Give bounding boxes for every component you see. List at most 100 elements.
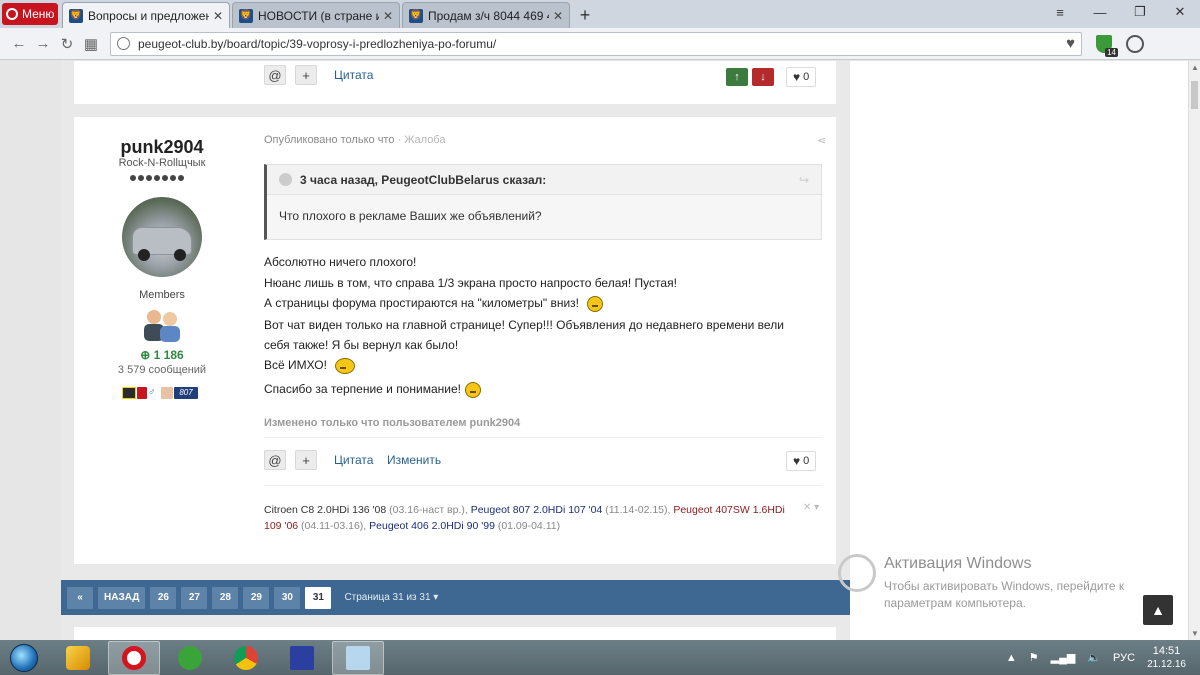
close-signature-icon[interactable]: ✕ ▾ bbox=[803, 502, 819, 513]
close-tab-icon[interactable]: ✕ bbox=[213, 9, 223, 23]
post-line: Абсолютно ничего плохого! bbox=[264, 255, 417, 269]
forward-icon[interactable]: → bbox=[32, 33, 54, 55]
post-line: Нюанс лишь в том, что справа 1/3 экрана … bbox=[264, 276, 677, 290]
heart-icon: ♥ bbox=[793, 70, 801, 84]
page-30[interactable]: 30 bbox=[274, 586, 301, 609]
page-28[interactable]: 28 bbox=[212, 586, 239, 609]
avatar[interactable] bbox=[122, 197, 202, 277]
start-button[interactable] bbox=[6, 642, 42, 674]
taskbar-app-save[interactable] bbox=[276, 641, 328, 675]
tab-title: Продам з/ч 8044 469 46 bbox=[428, 8, 549, 23]
posted-time: Опубликовано только что bbox=[264, 134, 395, 146]
taskbar-app-opera[interactable] bbox=[108, 640, 160, 675]
report-link[interactable]: Жалоба bbox=[404, 134, 445, 146]
taskbar-app-lightning[interactable] bbox=[52, 641, 104, 675]
clock-time: 14:51 bbox=[1152, 644, 1181, 657]
tray-flag-icon[interactable]: ⚑ bbox=[1029, 651, 1039, 664]
post-line: Всё ИМХО! bbox=[264, 358, 355, 374]
mention-button[interactable]: @ bbox=[264, 450, 286, 470]
vpn-extension-button[interactable] bbox=[1124, 33, 1146, 55]
floppy-disk-icon bbox=[290, 645, 314, 670]
circle-icon bbox=[1126, 34, 1144, 53]
edited-note: Изменено только что пользователем punk29… bbox=[264, 417, 521, 429]
url-text: peugeot-club.by/board/topic/39-voprosy-i… bbox=[138, 36, 497, 51]
page-viewport: @ + Цитата ↑ ↓ ♥ 0 punk2904 Rock-N-Rollщ… bbox=[0, 61, 1188, 640]
adblock-extension-button[interactable]: 14 bbox=[1092, 33, 1118, 57]
page-27[interactable]: 27 bbox=[181, 586, 208, 609]
right-empty-panel bbox=[850, 61, 1188, 640]
bookmark-heart-icon[interactable]: ♥ bbox=[1066, 35, 1075, 52]
page-31-current[interactable]: 31 bbox=[305, 586, 332, 609]
explorer-icon bbox=[346, 645, 370, 670]
tray-arrow-icon[interactable]: ▲ bbox=[1006, 652, 1017, 664]
peugeot-favicon-icon: 🦁 bbox=[409, 8, 423, 23]
clock[interactable]: 14:51 21.12.16 bbox=[1147, 645, 1186, 671]
back-icon[interactable]: ← bbox=[8, 33, 30, 55]
page-info-dropdown[interactable]: Страница 31 из 31 ▾ bbox=[344, 592, 438, 603]
peugeot-favicon-icon: 🦁 bbox=[239, 8, 253, 23]
maximize-icon[interactable]: ❐ bbox=[1120, 0, 1160, 24]
prev-page-button[interactable]: НАЗАД bbox=[98, 586, 146, 609]
first-page-button[interactable]: « bbox=[67, 586, 93, 609]
edit-link[interactable]: Изменить bbox=[387, 453, 441, 467]
activation-title: Активация Windows bbox=[884, 555, 1032, 572]
rank-pips bbox=[130, 175, 186, 181]
like-button[interactable]: ♥ 0 bbox=[786, 67, 817, 87]
go-to-quote-icon[interactable]: ↪ bbox=[799, 173, 809, 187]
menu-label: Меню bbox=[22, 7, 55, 21]
url-field[interactable]: peugeot-club.by/board/topic/39-voprosy-i… bbox=[110, 31, 1082, 56]
author-name[interactable]: punk2904 bbox=[74, 137, 250, 158]
tab-news[interactable]: 🦁 НОВОСТИ (в стране и ми ✕ bbox=[232, 2, 400, 28]
post-meta: Опубликовано только что · Жалоба bbox=[264, 134, 446, 146]
share-icon[interactable]: ⋖ bbox=[817, 134, 826, 147]
previous-post-card bbox=[74, 61, 836, 104]
scroll-to-top-button[interactable]: ▲ bbox=[1143, 595, 1173, 625]
close-window-icon[interactable]: ✕ bbox=[1160, 0, 1200, 24]
author-title: Rock-N-Rollщчык bbox=[118, 157, 206, 169]
pagination: « НАЗАД 26 27 28 29 30 31 Страница 31 из… bbox=[61, 580, 850, 615]
tab-questions[interactable]: 🦁 Вопросы и предложения ✕ bbox=[62, 2, 230, 28]
speed-dial-icon[interactable]: ▦ bbox=[80, 33, 102, 55]
taskbar-app-explorer[interactable] bbox=[332, 640, 384, 675]
next-card bbox=[74, 627, 836, 640]
new-tab-button[interactable]: + bbox=[572, 3, 598, 27]
badge-icon bbox=[161, 387, 173, 399]
chrome-icon bbox=[234, 645, 258, 670]
multiquote-button[interactable]: + bbox=[295, 450, 317, 470]
multiquote-button[interactable]: + bbox=[295, 65, 317, 85]
scroll-down-icon[interactable]: ▼ bbox=[1191, 629, 1199, 638]
key-icon bbox=[838, 554, 876, 592]
network-signal-icon[interactable]: ▂▄▆ bbox=[1051, 651, 1076, 664]
chevron-down-icon[interactable] bbox=[279, 173, 292, 186]
like-button[interactable]: ♥ 0 bbox=[786, 451, 817, 471]
quote-citation: 3 часа назад, PeugeotClubBelarus сказал: bbox=[300, 172, 547, 187]
vertical-scrollbar[interactable]: ▲ ▼ bbox=[1188, 61, 1200, 640]
scroll-thumb[interactable] bbox=[1191, 81, 1198, 109]
tab-sale[interactable]: 🦁 Продам з/ч 8044 469 46 ✕ bbox=[402, 2, 570, 28]
opera-icon bbox=[122, 645, 146, 670]
quote-link[interactable]: Цитата bbox=[334, 453, 373, 467]
page-29[interactable]: 29 bbox=[243, 586, 270, 609]
volume-icon[interactable]: 🔈 bbox=[1087, 651, 1101, 664]
close-tab-icon[interactable]: ✕ bbox=[383, 9, 393, 23]
taskbar-app-chrome[interactable] bbox=[220, 641, 272, 675]
scroll-up-icon[interactable]: ▲ bbox=[1191, 63, 1199, 72]
page-26[interactable]: 26 bbox=[150, 586, 177, 609]
tab-menu-icon[interactable]: ≡ bbox=[1040, 0, 1080, 24]
smiley-icon bbox=[464, 382, 481, 398]
opera-menu-button[interactable]: Меню bbox=[2, 3, 58, 25]
reload-icon[interactable]: ↻ bbox=[56, 33, 78, 55]
plus-circle-icon: ⊕ bbox=[140, 348, 154, 362]
taskbar-app-utorrent[interactable] bbox=[164, 641, 216, 675]
extension-badge: 14 bbox=[1105, 47, 1118, 57]
mention-button[interactable]: @ bbox=[264, 65, 286, 85]
quote-text: Что плохого в рекламе Ваших же объявлени… bbox=[279, 209, 542, 223]
author-badges: ♂ 807 bbox=[122, 387, 199, 399]
language-indicator[interactable]: РУС bbox=[1113, 652, 1135, 664]
quote-link[interactable]: Цитата bbox=[334, 68, 373, 82]
minimize-icon[interactable]: — bbox=[1080, 0, 1120, 24]
upvote-button[interactable]: ↑ bbox=[726, 68, 748, 86]
activation-text: Чтобы активировать Windows, перейдите к … bbox=[884, 579, 1125, 610]
close-tab-icon[interactable]: ✕ bbox=[553, 9, 563, 23]
downvote-button[interactable]: ↓ bbox=[752, 68, 774, 86]
